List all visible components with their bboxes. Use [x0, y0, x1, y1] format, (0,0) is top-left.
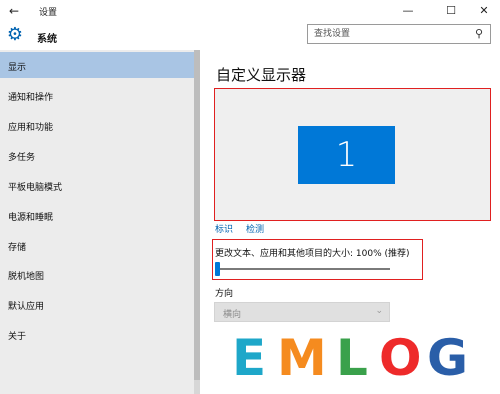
search-icon[interactable]: ⚲ — [472, 27, 486, 41]
maximize-button[interactable]: ☐ — [434, 0, 468, 22]
sidebar-item-storage[interactable]: 存储 — [0, 232, 194, 258]
sidebar-item-power-sleep[interactable]: 电源和睡眠 — [0, 202, 194, 228]
sidebar-item-label: 电源和睡眠 — [8, 213, 54, 223]
watermark-letter: G — [427, 329, 469, 387]
sidebar-item-label: 应用和功能 — [8, 123, 54, 133]
sidebar-item-offline-maps[interactable]: 脱机地图 — [0, 261, 194, 287]
back-arrow-icon[interactable]: ← — [6, 3, 22, 19]
sidebar-item-notifications[interactable]: 通知和操作 — [0, 82, 194, 108]
search-box[interactable]: ⚲ — [307, 24, 491, 44]
window-title: 设置 — [39, 8, 58, 18]
sidebar-item-label: 脱机地图 — [8, 272, 45, 282]
sidebar-item-label: 关于 — [8, 332, 27, 342]
orientation-value: 横向 — [223, 310, 242, 320]
section-title: 系统 — [37, 34, 57, 45]
page-title: 自定义显示器 — [216, 66, 307, 84]
sidebar-item-apps[interactable]: 应用和功能 — [0, 112, 194, 138]
scale-label: 更改文本、应用和其他项目的大小: 100% (推荐) — [215, 249, 410, 259]
sidebar-item-display[interactable]: 显示 — [0, 52, 194, 78]
search-input[interactable] — [314, 27, 464, 41]
close-button[interactable]: ✕ — [467, 0, 500, 22]
watermark-letter: E — [232, 329, 267, 387]
sidebar-item-label: 存储 — [8, 243, 27, 253]
orientation-dropdown[interactable]: 横向 ⌄ — [214, 302, 390, 322]
minimize-button[interactable]: — — [391, 0, 425, 22]
sidebar-item-default-apps[interactable]: 默认应用 — [0, 291, 194, 317]
sidebar-item-multitasking[interactable]: 多任务 — [0, 142, 194, 168]
watermark-letter: M — [277, 329, 327, 387]
title-bar: ← 设置 — ☐ ✕ — [0, 0, 500, 22]
sidebar-item-label: 平板电脑模式 — [8, 183, 63, 193]
sidebar: 显示 通知和操作 应用和功能 多任务 平板电脑模式 电源和睡眠 存储 脱机地图 … — [0, 50, 194, 394]
sidebar-item-label: 通知和操作 — [8, 93, 54, 103]
scale-slider-track[interactable] — [219, 268, 390, 270]
sidebar-item-about[interactable]: 关于 — [0, 321, 194, 347]
scale-slider-thumb[interactable] — [215, 262, 220, 276]
detect-link[interactable]: 检测 — [246, 222, 264, 235]
orientation-label: 方向 — [215, 289, 234, 299]
sidebar-item-label: 默认应用 — [8, 302, 45, 312]
identify-link[interactable]: 标识 — [215, 222, 233, 235]
watermark-letter: L — [336, 329, 368, 387]
sidebar-item-label: 显示 — [8, 63, 27, 73]
sidebar-item-label: 多任务 — [8, 153, 36, 163]
watermark-letter: O — [379, 329, 422, 387]
gear-icon: ⚙ — [6, 24, 24, 45]
chevron-down-icon: ⌄ — [375, 306, 383, 316]
sidebar-item-tablet-mode[interactable]: 平板电脑模式 — [0, 172, 194, 198]
monitor-tile[interactable]: 1 — [298, 126, 395, 184]
